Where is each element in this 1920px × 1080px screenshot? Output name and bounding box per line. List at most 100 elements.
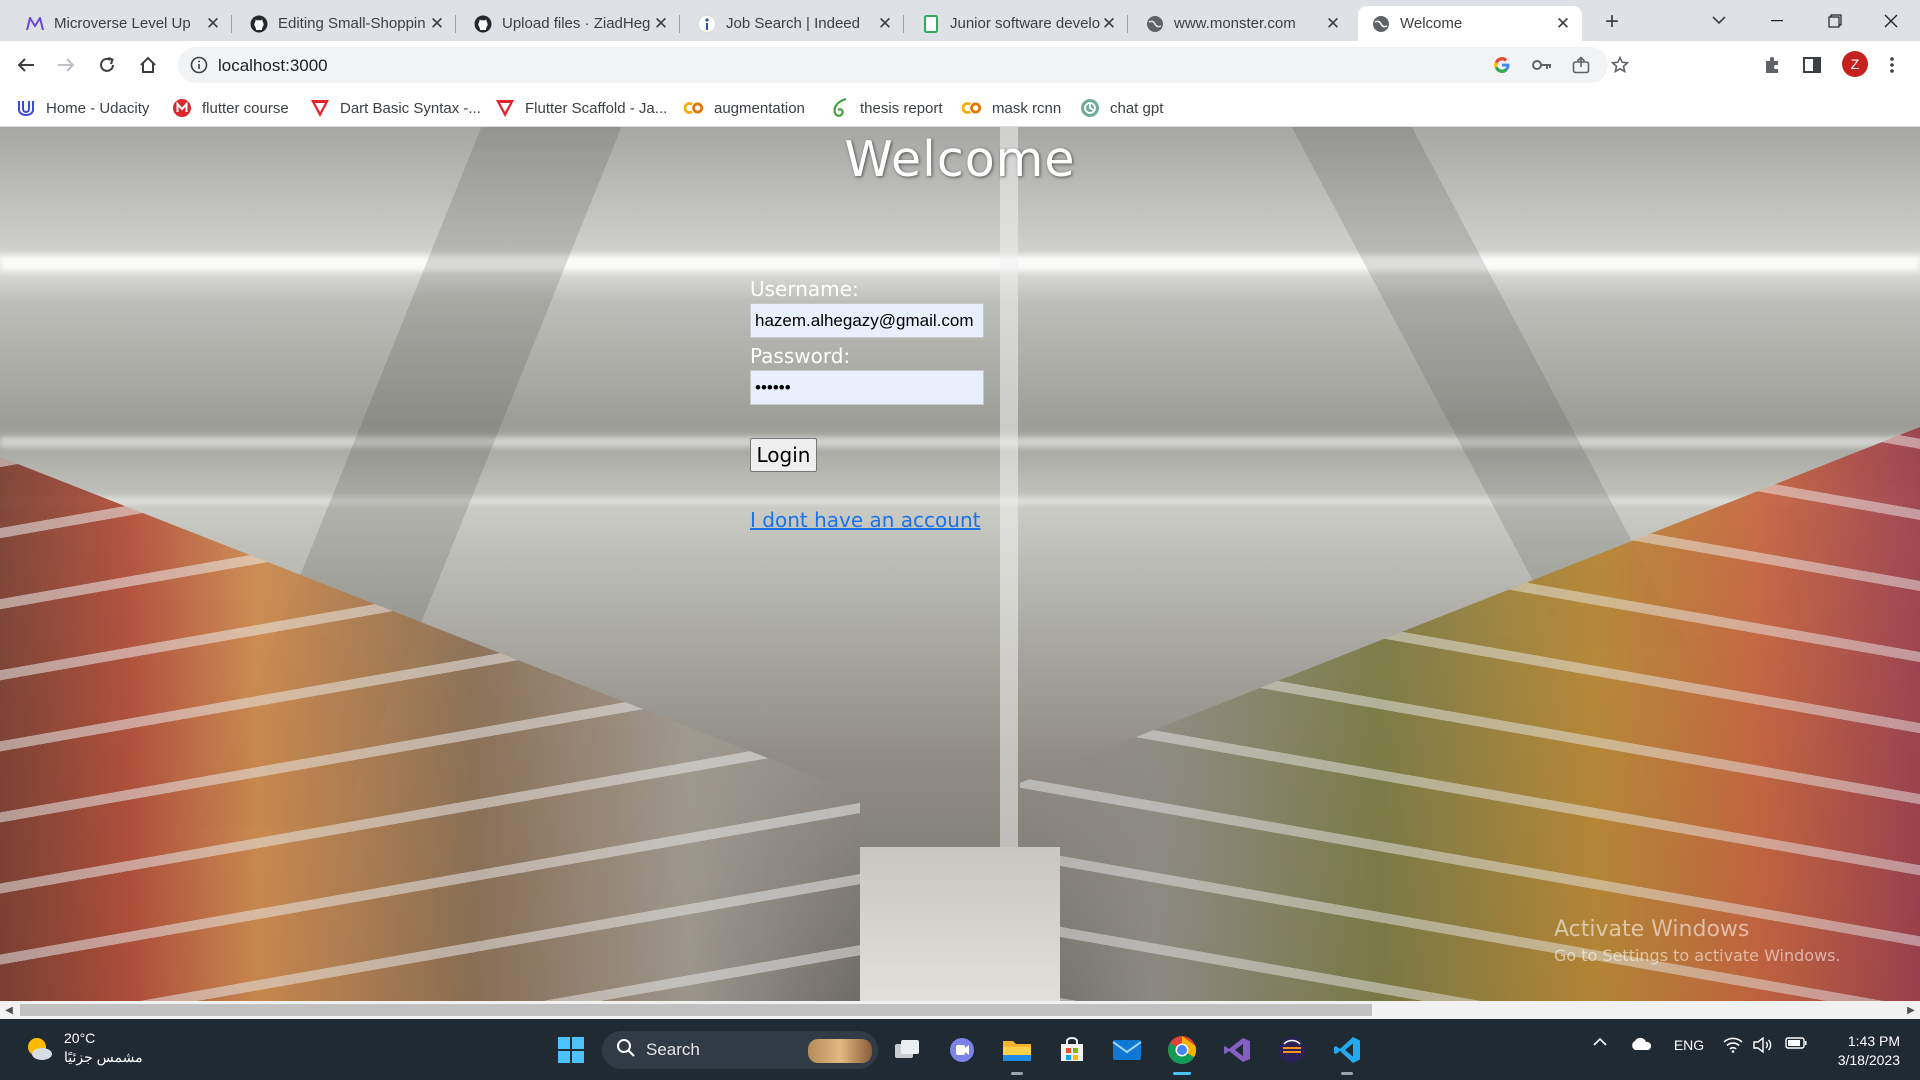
bookmark-label: thesis report (860, 99, 943, 117)
eclipse-icon[interactable] (1275, 1033, 1309, 1067)
key-icon[interactable] (1532, 55, 1552, 75)
bookmark-augmentation[interactable]: augmentation (684, 97, 805, 119)
task-view-icon[interactable] (890, 1033, 924, 1067)
bookmark-label: chat gpt (1110, 99, 1164, 117)
restore-button[interactable] (1806, 0, 1864, 41)
taskbar-search[interactable]: Search (602, 1031, 878, 1069)
close-tab-icon[interactable]: ✕ (204, 14, 222, 33)
tab-microverse[interactable]: Microverse Level Up ✕ (12, 6, 232, 41)
close-tab-icon[interactable]: ✕ (1554, 14, 1572, 33)
visual-studio-icon[interactable] (1220, 1033, 1254, 1067)
bookmark-star-icon[interactable] (1610, 55, 1630, 75)
close-tab-icon[interactable]: ✕ (428, 14, 446, 33)
globe-icon (1146, 15, 1164, 33)
password-label: Password: (750, 344, 851, 368)
clock-time: 1:43 PM (1847, 1033, 1900, 1049)
document-icon (922, 14, 940, 33)
watermark-subtitle: Go to Settings to activate Windows. (1554, 946, 1841, 965)
system-clock[interactable]: 1:43 PM 3/18/2023 (1822, 1032, 1900, 1070)
udacity-icon (16, 98, 36, 118)
close-tab-icon[interactable]: ✕ (1324, 14, 1342, 33)
page-viewport: Welcome Username: Password: Login I dont… (0, 127, 1920, 1001)
vivaldi-icon (310, 98, 330, 118)
home-button[interactable] (134, 51, 162, 79)
bookmark-chat-gpt[interactable]: chat gpt (1080, 97, 1163, 119)
tab-monster[interactable]: www.monster.com ✕ (1132, 6, 1352, 41)
bookmark-label: Flutter Scaffold - Ja... (525, 99, 668, 117)
volume-icon[interactable] (1752, 1037, 1774, 1053)
bookmark-thesis-report[interactable]: thesis report (830, 97, 943, 119)
close-tab-icon[interactable]: ✕ (652, 14, 670, 33)
search-icon (616, 1038, 636, 1063)
tab-github-editing[interactable]: Editing Small-Shoppin ✕ (236, 6, 456, 41)
bookmark-flutter-scaffold[interactable]: Flutter Scaffold - Ja... (495, 97, 667, 119)
file-explorer-icon[interactable] (1000, 1033, 1034, 1075)
minimize-button[interactable] (1748, 0, 1806, 41)
tab-separator (1127, 15, 1128, 33)
watermark-title: Activate Windows (1554, 917, 1750, 942)
horizontal-scrollbar[interactable]: ◀ ▶ (0, 1001, 1920, 1019)
tab-title: www.monster.com (1174, 15, 1296, 32)
bookmark-label: Dart Basic Syntax -... (340, 99, 481, 117)
bookmark-dart-syntax[interactable]: Dart Basic Syntax -... (310, 97, 481, 119)
url-text[interactable]: localhost:3000 (218, 56, 328, 76)
tab-indeed[interactable]: Job Search | Indeed ✕ (684, 6, 904, 41)
tab-separator (455, 15, 456, 33)
tab-search-icon[interactable] (1690, 0, 1748, 41)
new-tab-button[interactable]: + (1598, 8, 1626, 36)
bookmark-flutter-course[interactable]: flutter course (172, 97, 289, 119)
wifi-icon[interactable] (1722, 1037, 1744, 1053)
background-aisle-floor (860, 847, 1060, 1001)
browser-toolbar: localhost:3000 Z (0, 41, 1920, 89)
bookmark-label: mask rcnn (992, 99, 1062, 117)
vscode-icon[interactable] (1330, 1033, 1364, 1075)
windows-start-icon[interactable] (554, 1033, 588, 1067)
close-window-button[interactable] (1862, 0, 1920, 41)
share-icon[interactable] (1571, 55, 1591, 75)
microverse-icon (26, 15, 44, 33)
partly-sunny-icon (24, 1033, 54, 1063)
browser-tab-strip: Microverse Level Up ✕ Editing Small-Shop… (0, 0, 1920, 41)
scrollbar-thumb[interactable] (20, 1004, 1372, 1016)
username-input[interactable] (750, 303, 984, 338)
background-right-shelves (1020, 427, 1920, 1001)
battery-icon[interactable] (1784, 1037, 1808, 1049)
register-link[interactable]: I dont have an account (750, 508, 1010, 532)
tab-welcome[interactable]: Welcome ✕ (1358, 6, 1582, 41)
scroll-right-icon[interactable]: ▶ (1902, 1001, 1920, 1019)
close-tab-icon[interactable]: ✕ (1100, 14, 1118, 33)
reload-button[interactable] (93, 51, 121, 79)
mail-icon[interactable] (1110, 1033, 1144, 1067)
running-indicator (1011, 1072, 1023, 1075)
chrome-icon[interactable] (1165, 1033, 1199, 1075)
site-info-icon[interactable] (190, 56, 208, 74)
weather-widget[interactable]: 20°C مشمس جزئيًا (24, 1029, 143, 1067)
google-icon[interactable] (1492, 55, 1512, 75)
language-indicator[interactable]: ENG (1672, 1037, 1706, 1053)
login-button[interactable]: Login (750, 438, 817, 472)
bookmark-udacity[interactable]: Home - Udacity (16, 97, 149, 119)
extensions-icon[interactable] (1758, 51, 1786, 79)
tab-junior-dev[interactable]: Junior software develo ✕ (908, 6, 1128, 41)
tab-separator (231, 15, 232, 33)
close-tab-icon[interactable]: ✕ (876, 14, 894, 33)
profile-avatar[interactable]: Z (1842, 51, 1868, 77)
onedrive-icon[interactable] (1628, 1037, 1654, 1051)
chrome-menu-icon[interactable] (1878, 51, 1906, 79)
scroll-left-icon[interactable]: ◀ (0, 1001, 18, 1019)
back-button[interactable] (12, 51, 40, 79)
openai-icon (1080, 98, 1100, 118)
bookmark-label: augmentation (714, 99, 805, 117)
show-hidden-icons-icon[interactable] (1590, 1037, 1610, 1046)
search-highlight-image (808, 1039, 872, 1063)
teams-icon[interactable] (945, 1033, 979, 1067)
address-bar[interactable]: localhost:3000 (178, 47, 1629, 83)
forward-button[interactable] (52, 51, 80, 79)
tab-separator (903, 15, 904, 33)
windows-taskbar: 20°C مشمس جزئيًا Search ENG 1:43 PM 3/18… (0, 1019, 1920, 1080)
side-panel-icon[interactable] (1798, 51, 1826, 79)
microsoft-store-icon[interactable] (1055, 1033, 1089, 1067)
tab-github-upload[interactable]: Upload files · ZiadHeg ✕ (460, 6, 680, 41)
password-input[interactable] (750, 370, 984, 405)
bookmark-mask-rcnn[interactable]: mask rcnn (962, 97, 1061, 119)
